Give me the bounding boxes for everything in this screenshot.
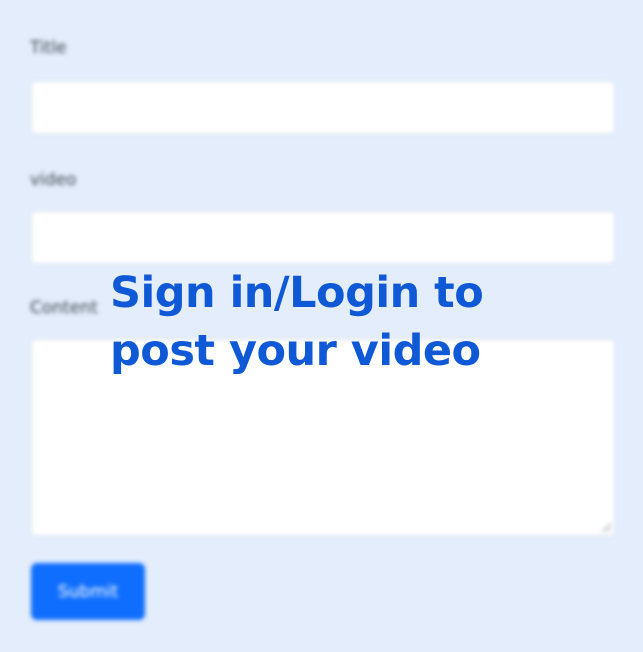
video-label: video <box>30 170 77 190</box>
resize-handle-icon[interactable] <box>602 523 611 532</box>
video-input[interactable] <box>31 211 615 264</box>
content-label: Content <box>30 298 98 318</box>
login-prompt: Sign in/Login to post your video <box>110 264 610 380</box>
submit-button[interactable]: Submit <box>31 563 145 620</box>
title-label: Title <box>30 38 67 58</box>
login-prompt-line-2: post your video <box>110 326 481 376</box>
login-prompt-line-1: Sign in/Login to <box>110 268 484 318</box>
title-input[interactable] <box>31 81 615 134</box>
